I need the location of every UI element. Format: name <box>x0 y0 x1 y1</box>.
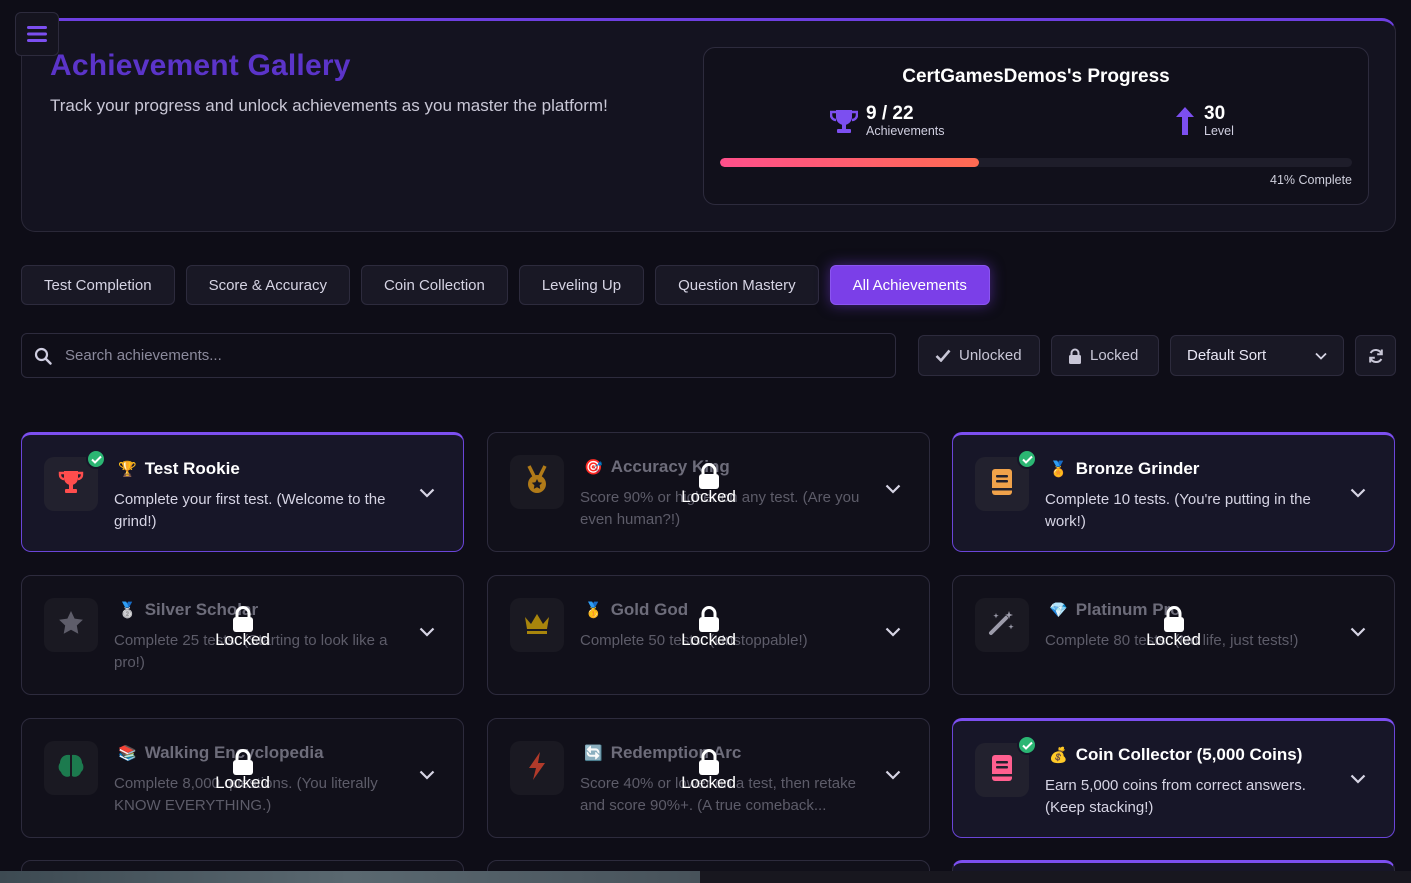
locked-overlay: Locked <box>488 463 929 507</box>
trophy-icon <box>830 110 858 133</box>
search-bar[interactable] <box>21 333 896 378</box>
category-tabs: Test Completion Score & Accuracy Coin Coll… <box>21 265 990 305</box>
level-up-arrow-icon <box>1176 107 1194 135</box>
locked-filter-button[interactable]: Locked <box>1051 335 1159 376</box>
unlocked-filter-button[interactable]: Unlocked <box>918 335 1040 376</box>
hero-panel: Achievement Gallery Track your progress … <box>21 18 1396 232</box>
achievement-card[interactable]: 🔄 Redemption Arc Score 40% or lower on a… <box>487 718 930 838</box>
chevron-down-icon <box>1350 774 1366 784</box>
locked-overlay: Locked <box>488 606 929 650</box>
achievement-description: Complete 10 tests. (You're putting in th… <box>1045 491 1311 530</box>
menu-button[interactable] <box>15 12 59 56</box>
achievement-card[interactable]: 🏆 Test Rookie Complete your first test. … <box>21 432 464 552</box>
lock-icon <box>232 606 253 632</box>
progress-percent-text: 41% Complete <box>1270 173 1352 187</box>
lock-icon <box>698 749 719 775</box>
locked-label: Locked <box>681 773 736 792</box>
achievement-title: 🏆 Test Rookie <box>118 459 240 479</box>
achievement-title-text: Coin Collector (5,000 Coins) <box>1075 745 1303 764</box>
background-image-strip <box>0 871 700 883</box>
tab-leveling-up[interactable]: Leveling Up <box>518 265 645 305</box>
progress-title: CertGamesDemos's Progress <box>902 66 1170 87</box>
locked-label: Locked <box>215 630 270 649</box>
lock-icon <box>698 463 719 489</box>
check-icon <box>935 349 951 362</box>
locked-overlay: Locked <box>22 606 463 650</box>
achievement-title: 🏅 Bronze Grinder <box>1049 459 1199 479</box>
check-icon <box>1021 455 1033 464</box>
achievement-emoji: 💰 <box>1049 747 1068 764</box>
unlocked-filter-label: Unlocked <box>959 347 1022 364</box>
achievement-emoji: 🏅 <box>1049 461 1068 478</box>
locked-label: Locked <box>681 630 736 649</box>
check-icon <box>90 455 102 464</box>
expand-button[interactable] <box>419 485 435 503</box>
page-title: Achievement Gallery <box>50 49 351 82</box>
achievement-card[interactable]: 🥇 Gold God Complete 50 tests. (Unstoppab… <box>487 575 930 695</box>
achievement-title-text: Test Rookie <box>144 459 240 478</box>
achievements-label: Achievements <box>866 124 945 138</box>
tab-all-achievements[interactable]: All Achievements <box>829 265 990 305</box>
unlocked-check-badge <box>1017 735 1037 755</box>
achievement-description: Earn 5,000 coins from correct answers. (… <box>1045 777 1306 816</box>
chevron-down-icon <box>1315 352 1327 360</box>
sort-dropdown[interactable]: Default Sort <box>1170 335 1344 376</box>
lock-icon <box>698 606 719 632</box>
book-icon <box>990 468 1014 501</box>
chevron-down-icon <box>419 488 435 498</box>
unlocked-check-badge <box>86 449 106 469</box>
level-value: 30 <box>1204 103 1226 124</box>
search-input[interactable] <box>65 347 865 364</box>
refresh-button[interactable] <box>1355 335 1396 376</box>
progress-card: CertGamesDemos's Progress 9 / 22 Achieve… <box>703 47 1369 205</box>
achievement-card[interactable]: 🎯 Accuracy King Score 90% or higher on a… <box>487 432 930 552</box>
hamburger-icon <box>27 26 47 42</box>
achievement-emoji: 🏆 <box>118 461 137 478</box>
achievement-card[interactable]: 📚 Walking Encyclopedia Complete 8,000 qu… <box>21 718 464 838</box>
achievements-count: 9 / 22 <box>866 103 914 124</box>
level-stat: 30 Level <box>1174 104 1234 138</box>
locked-overlay: Locked <box>22 749 463 793</box>
sort-selected-value: Default Sort <box>1187 347 1267 364</box>
page-subtitle: Track your progress and unlock achieveme… <box>50 96 608 115</box>
check-icon <box>1021 741 1033 750</box>
locked-overlay: Locked <box>953 606 1394 650</box>
expand-button[interactable] <box>1350 771 1366 789</box>
progress-bar-fill <box>720 158 980 167</box>
achievement-card[interactable]: 🥈 Silver Scholar Complete 25 tests. (Sta… <box>21 575 464 695</box>
locked-label: Locked <box>681 487 736 506</box>
trophy-icon <box>57 468 85 501</box>
refresh-icon <box>1368 348 1383 363</box>
lock-icon <box>1163 606 1184 632</box>
unlocked-check-badge <box>1017 449 1037 469</box>
search-icon <box>34 347 52 365</box>
tab-coin-collection[interactable]: Coin Collection <box>360 265 508 305</box>
locked-label: Locked <box>1146 630 1201 649</box>
locked-label: Locked <box>215 773 270 792</box>
tab-score-accuracy[interactable]: Score & Accuracy <box>185 265 350 305</box>
locked-overlay: Locked <box>488 749 929 793</box>
lock-icon <box>1069 348 1081 364</box>
achievements-stat: 9 / 22 Achievements <box>830 104 945 138</box>
chevron-down-icon <box>1350 488 1366 498</box>
background-strip <box>700 871 1411 883</box>
achievement-card[interactable]: 🏅 Bronze Grinder Complete 10 tests. (You… <box>952 432 1395 552</box>
achievement-description: Complete your first test. (Welcome to th… <box>114 491 386 530</box>
achievement-card[interactable]: 💎 Platinum Pro Complete 80 tests. (No li… <box>952 575 1395 695</box>
expand-button[interactable] <box>1350 485 1366 503</box>
book-icon <box>990 754 1014 787</box>
locked-filter-label: Locked <box>1090 347 1139 364</box>
achievement-card[interactable]: 💰 Coin Collector (5,000 Coins) Earn 5,00… <box>952 718 1395 838</box>
tab-question-mastery[interactable]: Question Mastery <box>655 265 819 305</box>
progress-bar <box>720 158 1352 167</box>
lock-icon <box>232 749 253 775</box>
level-label: Level <box>1204 124 1234 138</box>
achievement-title: 💰 Coin Collector (5,000 Coins) <box>1049 745 1302 765</box>
tab-test-completion[interactable]: Test Completion <box>21 265 175 305</box>
achievement-title-text: Bronze Grinder <box>1075 459 1200 478</box>
